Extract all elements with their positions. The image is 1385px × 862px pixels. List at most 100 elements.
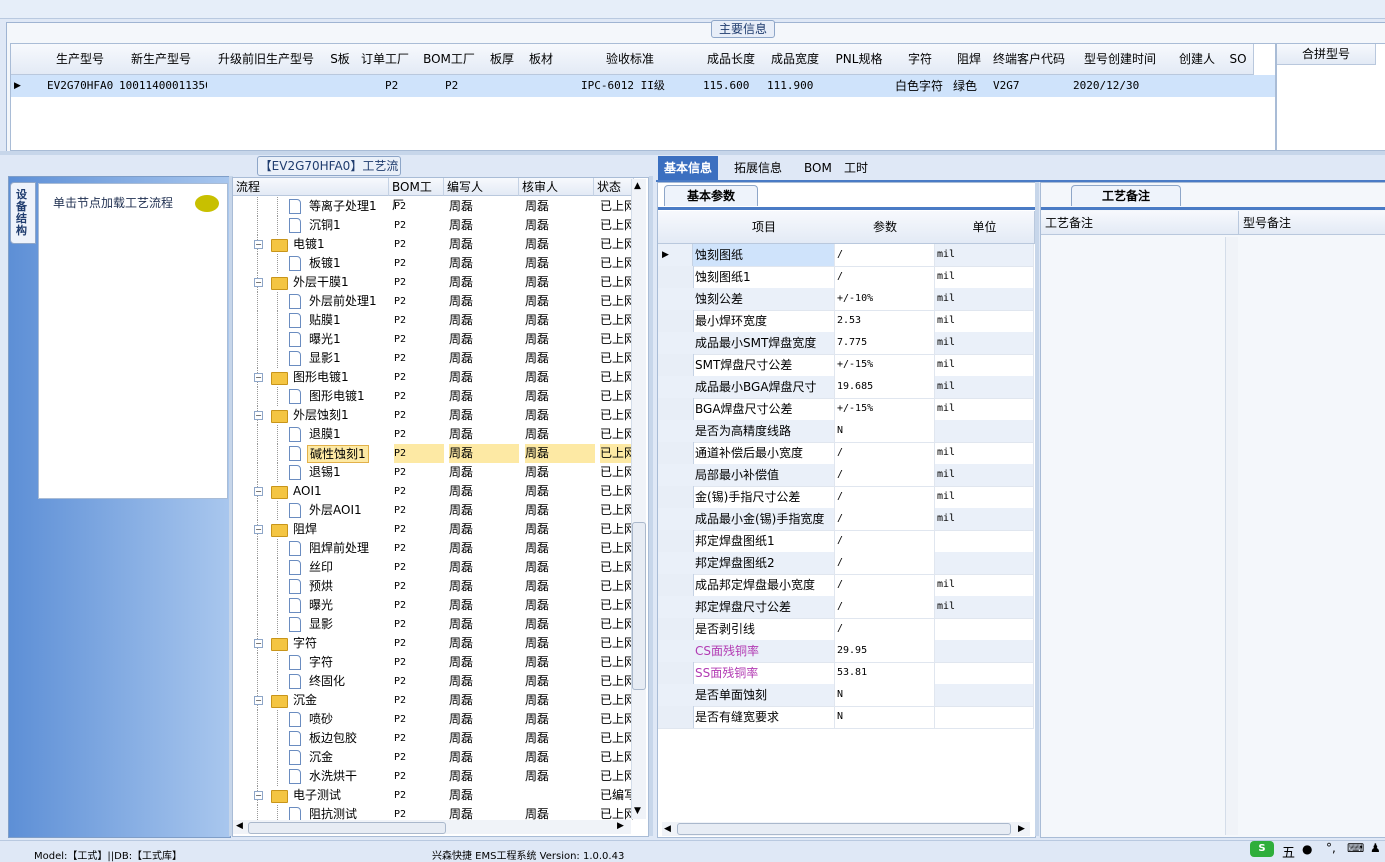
tree-row[interactable]: 贴膜1 P2 周磊 周磊 已上网 xyxy=(233,311,633,330)
tree-row[interactable]: 曝光 P2 周磊 周磊 已上网 xyxy=(233,596,633,615)
param-value[interactable]: / xyxy=(835,266,935,288)
param-value[interactable]: 7.775 xyxy=(835,332,935,354)
vertical-splitter-right[interactable] xyxy=(1035,182,1039,836)
grid-header-model[interactable]: 生产型号 xyxy=(45,44,116,75)
tree-node-label[interactable]: 曝光1 xyxy=(307,331,343,347)
tree-node-label[interactable]: 显影1 xyxy=(307,350,343,366)
row-selector[interactable] xyxy=(658,574,694,596)
param-row[interactable]: 最小焊环宽度 2.53 mil xyxy=(658,310,1034,333)
grid-cell-acceptance[interactable]: IPC-6012 II级 xyxy=(581,75,699,97)
tab-basic-info[interactable]: 基本信息 xyxy=(658,156,719,180)
tree-node-label[interactable]: 板边包胶 xyxy=(307,730,359,746)
grid-header-acceptance[interactable]: 验收标准 xyxy=(561,44,700,75)
param-value[interactable]: N xyxy=(835,684,935,706)
param-row[interactable]: 局部最小补偿值 / mil xyxy=(658,464,1034,487)
param-row[interactable]: 通道补偿后最小宽度 / mil xyxy=(658,442,1034,465)
ime-logo-icon[interactable]: S xyxy=(1250,841,1274,857)
row-selector[interactable]: ▶ xyxy=(658,244,693,266)
row-selector[interactable] xyxy=(658,706,694,728)
grid-cell-order-factory[interactable]: P2 xyxy=(385,75,415,97)
param-row[interactable]: SS面残铜率 53.81 xyxy=(658,662,1034,685)
tree-row[interactable]: 曝光1 P2 周磊 周磊 已上网 xyxy=(233,330,633,349)
grid-header-created-time[interactable]: 型号创建时间 xyxy=(1069,44,1172,75)
grid-cell-length[interactable]: 115.600 xyxy=(703,75,763,97)
grid-cell-creator[interactable] xyxy=(1175,75,1223,97)
tree-row[interactable]: 外层AOI1 P2 周磊 周磊 已上网 xyxy=(233,501,633,520)
tree-row[interactable]: 字符 P2 周磊 周磊 已上网 xyxy=(233,653,633,672)
tree-node-label[interactable]: 终固化 xyxy=(307,673,347,689)
tree-row[interactable]: 阻焊前处理 P2 周磊 周磊 已上网 xyxy=(233,539,633,558)
row-selector[interactable] xyxy=(658,618,694,640)
param-row[interactable]: 成品最小金(锡)手指宽度 / mil xyxy=(658,508,1034,531)
tree-node-label[interactable]: 水洗烘干 xyxy=(307,768,359,784)
tree-node-label[interactable]: 退膜1 xyxy=(307,426,343,442)
tree-node-label[interactable]: 外层蚀刻1 xyxy=(291,407,351,423)
process-notes-panel[interactable]: 工艺备注 工艺备注 型号备注 xyxy=(1040,182,1385,838)
tree-node-label[interactable]: 碱性蚀刻1 xyxy=(307,445,369,463)
tree-row[interactable]: 板边包胶 P2 周磊 周磊 已上网 xyxy=(233,729,633,748)
grid-cell-material[interactable] xyxy=(525,75,561,97)
param-value[interactable]: 2.53 xyxy=(835,310,935,332)
tree-node-label[interactable]: 板镀1 xyxy=(307,255,343,271)
tree-row[interactable]: − 电镀1 P2 周磊 周磊 已上网 xyxy=(233,235,633,254)
param-value[interactable]: / xyxy=(835,618,935,640)
tree-node-label[interactable]: AOI1 xyxy=(291,483,324,499)
equipment-structure-tab[interactable]: 设备结构 xyxy=(10,182,36,244)
grid-header-order-factory[interactable]: 订单工厂 xyxy=(355,44,416,75)
param-row[interactable]: 成品最小SMT焊盘宽度 7.775 mil xyxy=(658,332,1034,355)
tree-row[interactable]: 丝印 P2 周磊 周磊 已上网 xyxy=(233,558,633,577)
param-value[interactable]: / xyxy=(835,530,935,552)
tree-node-label[interactable]: 外层前处理1 xyxy=(307,293,379,309)
grid-cell-thickness[interactable] xyxy=(487,75,521,97)
tree-node-label[interactable]: 等离子处理1 xyxy=(307,198,379,214)
grid-cell-pnl[interactable] xyxy=(831,75,891,97)
grid-cell-width[interactable]: 111.900 xyxy=(767,75,827,97)
param-row[interactable]: 成品最小BGA焊盘尺寸 19.685 mil xyxy=(658,376,1034,399)
param-value[interactable]: / xyxy=(835,486,935,508)
grid-header-material[interactable]: 板材 xyxy=(521,44,562,75)
tree-row[interactable]: − 电子测试 P2 周磊 已编写 xyxy=(233,786,633,805)
tree-hscroll-thumb[interactable] xyxy=(248,822,446,834)
param-row[interactable]: 邦定焊盘图纸2/ xyxy=(658,552,1034,575)
params-header-item[interactable]: 项目 xyxy=(693,211,836,244)
param-row[interactable]: 蚀刻图纸1/mil xyxy=(658,266,1034,289)
grid-header-thickness[interactable]: 板厚 xyxy=(483,44,522,75)
param-row[interactable]: ▶ 蚀刻图纸 / mil xyxy=(658,244,1034,267)
tree-row[interactable]: − 外层干膜1 P2 周磊 周磊 已上网 xyxy=(233,273,633,292)
ime-moon-icon[interactable]: ● xyxy=(1302,842,1312,856)
row-selector[interactable] xyxy=(658,596,694,618)
tree-row[interactable]: 预烘 P2 周磊 周磊 已上网 xyxy=(233,577,633,596)
grid-cell-old-model[interactable] xyxy=(211,75,325,97)
tree-row[interactable]: − 阻焊 P2 周磊 周磊 已上网 xyxy=(233,520,633,539)
param-value[interactable]: / xyxy=(835,552,935,574)
tree-node-label[interactable]: 电镀1 xyxy=(291,236,327,252)
tree-row[interactable]: 显影1 P2 周磊 周磊 已上网 xyxy=(233,349,633,368)
row-selector[interactable] xyxy=(658,310,694,332)
params-header-value[interactable]: 参数 xyxy=(835,211,936,244)
grid-header-bom-factory[interactable]: BOM工厂 xyxy=(415,44,484,75)
param-value[interactable]: 19.685 xyxy=(835,376,935,398)
row-selector[interactable] xyxy=(658,332,694,354)
tree-row[interactable]: 喷砂 P2 周磊 周磊 已上网 xyxy=(233,710,633,729)
row-selector[interactable] xyxy=(658,464,694,486)
tree-node-label[interactable]: 电子测试 xyxy=(291,787,343,803)
param-value[interactable]: / xyxy=(835,574,935,596)
row-selector[interactable] xyxy=(658,288,694,310)
param-row[interactable]: 是否剥引线 / xyxy=(658,618,1034,641)
grid-header-old-model[interactable]: 升级前旧生产型号 xyxy=(207,44,326,75)
param-value[interactable]: / xyxy=(835,244,935,266)
row-selector[interactable] xyxy=(658,442,694,464)
tree-node-label[interactable]: 外层干膜1 xyxy=(291,274,351,290)
tree-node-label[interactable]: 图形电镀1 xyxy=(291,369,351,385)
grid-header-char[interactable]: 字符 xyxy=(891,44,950,75)
grid-header-so[interactable]: SO xyxy=(1223,44,1254,75)
collapse-icon[interactable]: − xyxy=(254,487,263,496)
basic-params-tab[interactable]: 基本参数 xyxy=(664,185,758,206)
collapse-icon[interactable]: − xyxy=(254,525,263,534)
tree-row[interactable]: − 外层蚀刻1 P2 周磊 周磊 已上网 xyxy=(233,406,633,425)
tree-row[interactable]: − AOI1 P2 周磊 周磊 已上网 xyxy=(233,482,633,501)
params-scroll-left-icon[interactable]: ◀ xyxy=(664,824,671,834)
row-selector[interactable] xyxy=(658,552,694,574)
tree-row[interactable]: 等离子处理1 P2 周磊 周磊 已上网 xyxy=(233,197,633,216)
tree-header-status[interactable]: 状态 xyxy=(594,178,634,196)
